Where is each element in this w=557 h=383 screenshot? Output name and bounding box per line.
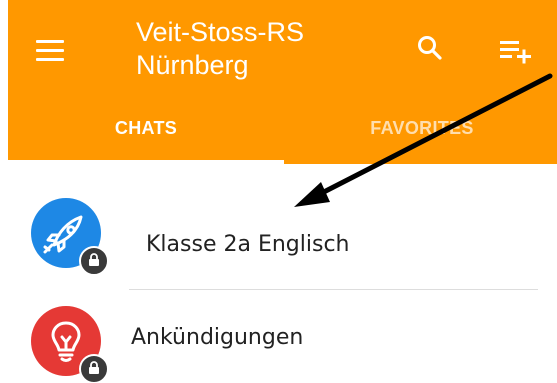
annotation-arrow <box>294 73 553 207</box>
app-screen: Veit-Stoss-RS Nürnberg CHATS FAVORITES K… <box>0 0 557 383</box>
